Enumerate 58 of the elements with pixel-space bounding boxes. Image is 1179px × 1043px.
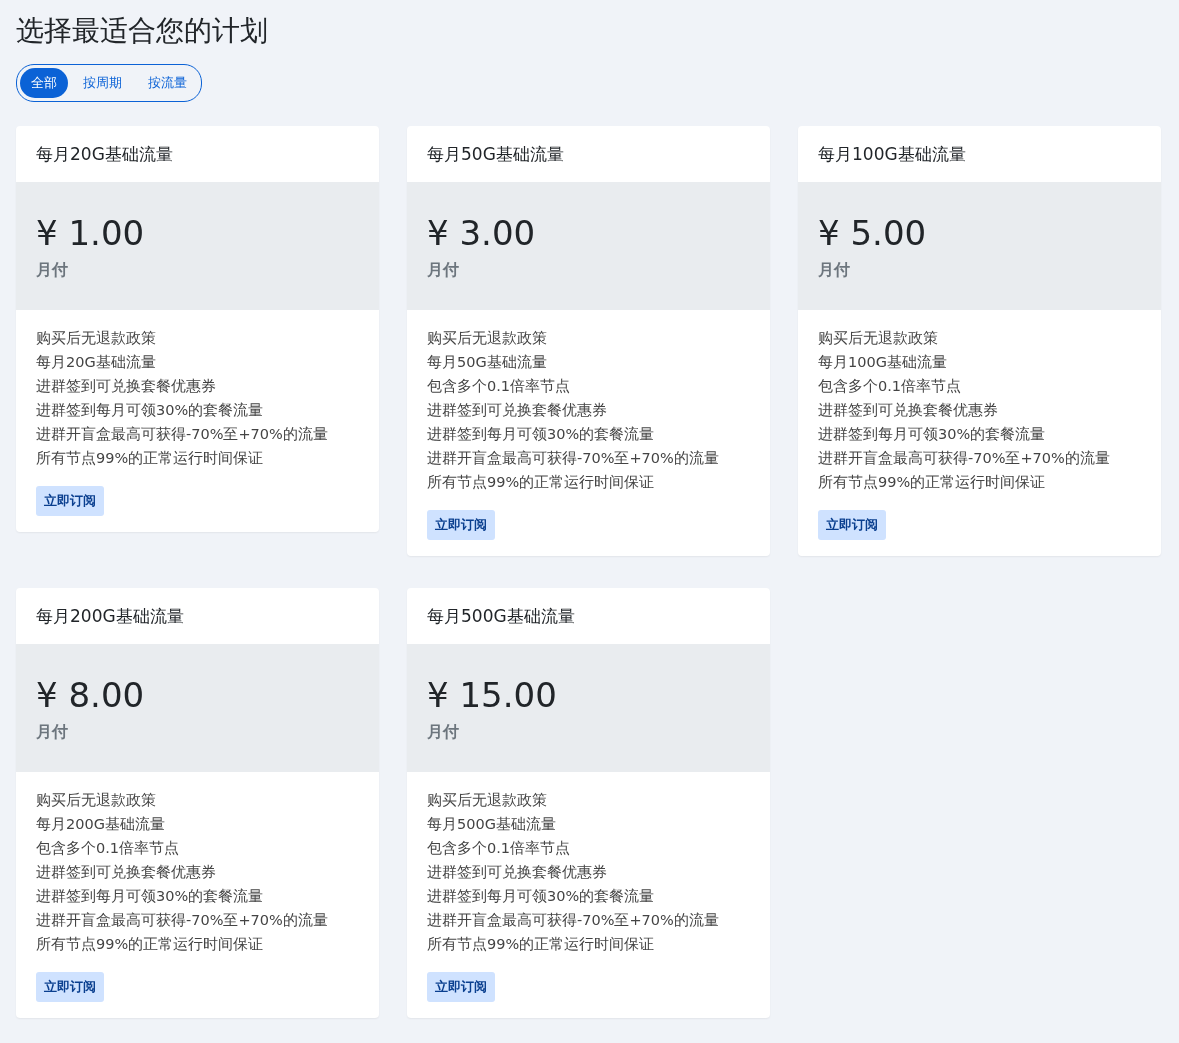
plan-price: ¥ 15.00 xyxy=(427,674,558,718)
feature-text: 进群签到可兑换套餐优惠券 xyxy=(818,401,999,420)
feature-text: 进群签到可兑换套餐优惠券 xyxy=(36,377,217,396)
feature-text: 进群开盲盒最高可获得-70%至+70%的流量 xyxy=(427,911,720,930)
plan-name: 每月50G基础流量 xyxy=(426,142,565,166)
feature-text: 进群签到可兑换套餐优惠券 xyxy=(427,863,608,882)
feature-text: 购买后无退款政策 xyxy=(36,329,157,348)
feature-text: 包含多个0.1倍率节点 xyxy=(427,839,572,858)
feature-text: 进群签到每月可领30%的套餐流量 xyxy=(818,425,1047,444)
feature-text: 每月200G基础流量 xyxy=(36,815,166,834)
plan-name: 每月100G基础流量 xyxy=(817,142,967,166)
filter-tab[interactable]: 按周期 xyxy=(72,68,133,98)
feature-text: 购买后无退款政策 xyxy=(427,329,548,348)
subscribe-button[interactable]: 立即订阅 xyxy=(36,486,104,516)
feature-text: 进群签到可兑换套餐优惠券 xyxy=(36,863,217,882)
feature-text: 进群开盲盒最高可获得-70%至+70%的流量 xyxy=(36,425,329,444)
feature-text: 所有节点99%的正常运行时间保证 xyxy=(427,935,656,954)
feature-text: 进群开盲盒最高可获得-70%至+70%的流量 xyxy=(36,911,329,930)
feature-text: 购买后无退款政策 xyxy=(818,329,939,348)
feature-text: 包含多个0.1倍率节点 xyxy=(427,377,572,396)
subscribe-button[interactable]: 立即订阅 xyxy=(818,510,886,540)
subscribe-button[interactable]: 立即订阅 xyxy=(36,972,104,1002)
feature-text: 所有节点99%的正常运行时间保证 xyxy=(818,473,1047,492)
feature-text: 进群开盲盒最高可获得-70%至+70%的流量 xyxy=(427,449,720,468)
billing-period: 月付 xyxy=(427,721,460,743)
billing-period: 月付 xyxy=(36,721,69,743)
feature-text: 进群签到每月可领30%的套餐流量 xyxy=(427,425,656,444)
feature-text: 进群签到每月可领30%的套餐流量 xyxy=(427,887,656,906)
billing-period: 月付 xyxy=(36,259,69,281)
subscribe-button[interactable]: 立即订阅 xyxy=(427,972,495,1002)
plan-price: ¥ 1.00 xyxy=(36,212,146,256)
feature-text: 每月500G基础流量 xyxy=(427,815,557,834)
feature-text: 每月100G基础流量 xyxy=(818,353,948,372)
feature-text: 进群签到每月可领30%的套餐流量 xyxy=(36,887,265,906)
feature-text: 所有节点99%的正常运行时间保证 xyxy=(36,449,265,468)
feature-text: 购买后无退款政策 xyxy=(427,791,548,810)
billing-period: 月付 xyxy=(818,259,851,281)
plan-price: ¥ 8.00 xyxy=(36,674,146,718)
feature-text: 购买后无退款政策 xyxy=(36,791,157,810)
feature-text: 每月50G基础流量 xyxy=(427,353,548,372)
feature-text: 进群签到可兑换套餐优惠券 xyxy=(427,401,608,420)
feature-text: 所有节点99%的正常运行时间保证 xyxy=(427,473,656,492)
feature-text: 进群签到每月可领30%的套餐流量 xyxy=(36,401,265,420)
plan-name: 每月200G基础流量 xyxy=(35,604,185,628)
filter-tab[interactable]: 全部 xyxy=(20,68,68,98)
feature-text: 进群开盲盒最高可获得-70%至+70%的流量 xyxy=(818,449,1111,468)
page-title: 选择最适合您的计划 xyxy=(16,13,269,49)
subscribe-button[interactable]: 立即订阅 xyxy=(427,510,495,540)
plan-name: 每月500G基础流量 xyxy=(426,604,576,628)
filter-tab[interactable]: 按流量 xyxy=(137,68,198,98)
plan-price: ¥ 5.00 xyxy=(818,212,928,256)
feature-text: 所有节点99%的正常运行时间保证 xyxy=(36,935,265,954)
feature-text: 包含多个0.1倍率节点 xyxy=(36,839,181,858)
plan-price: ¥ 3.00 xyxy=(427,212,537,256)
billing-period: 月付 xyxy=(427,259,460,281)
feature-text: 包含多个0.1倍率节点 xyxy=(818,377,963,396)
feature-text: 每月20G基础流量 xyxy=(36,353,157,372)
plan-name: 每月20G基础流量 xyxy=(35,142,174,166)
